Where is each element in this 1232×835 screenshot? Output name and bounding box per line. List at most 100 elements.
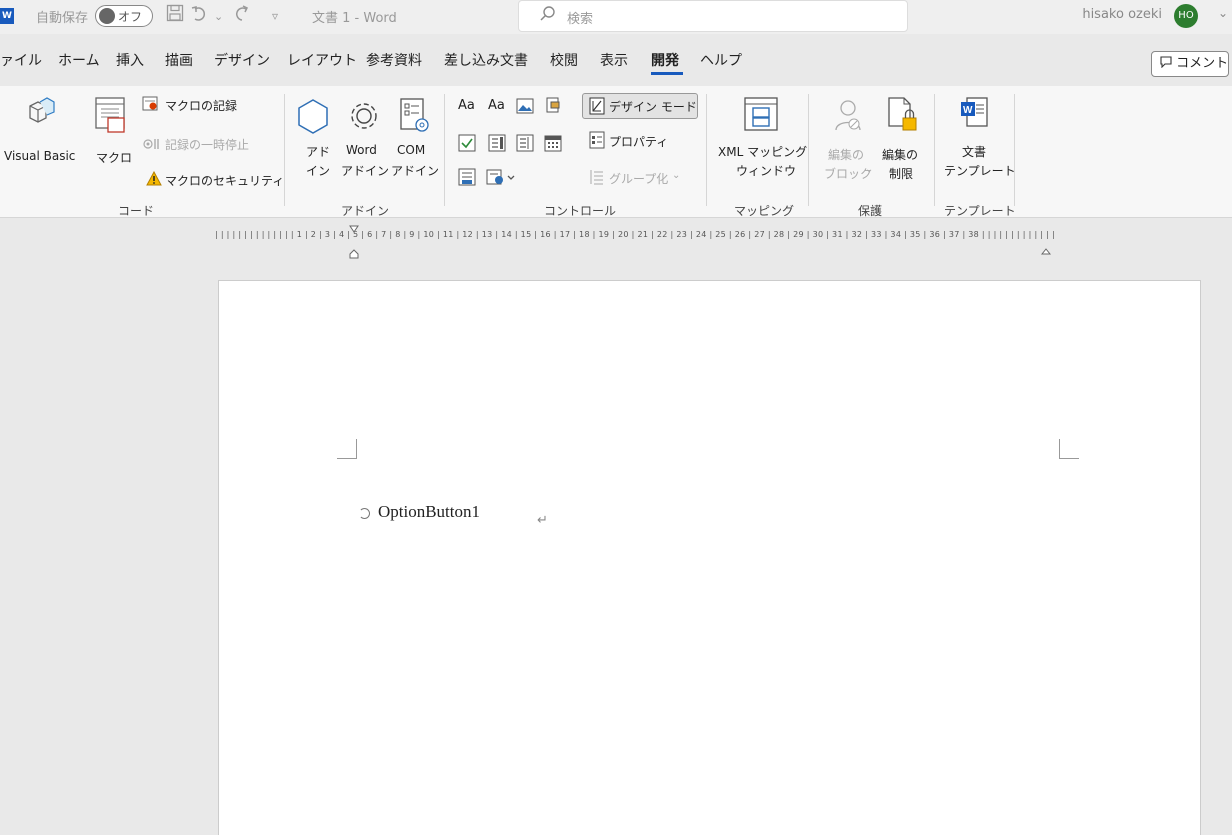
macro-button[interactable]: マクロ xyxy=(96,149,132,166)
document-template-icon[interactable]: W xyxy=(959,96,991,136)
chevron-down-icon[interactable]: ⌄ xyxy=(1218,6,1228,20)
word-addin-label-line1[interactable]: Word xyxy=(346,143,377,157)
design-mode-label: デザイン モード xyxy=(609,100,697,114)
tab-file[interactable]: ァイル xyxy=(0,50,42,70)
group-label-protect: 保護 xyxy=(858,204,883,218)
gear-icon[interactable] xyxy=(347,98,381,138)
addin-label-line1[interactable]: アド xyxy=(306,143,330,160)
tab-view[interactable]: 表示 xyxy=(600,50,628,70)
visual-basic-button[interactable]: Visual Basic xyxy=(4,149,75,163)
dropdown-list-control-icon[interactable] xyxy=(516,134,534,156)
tab-design[interactable]: デザイン xyxy=(214,50,270,70)
legacy-tools-icon[interactable] xyxy=(486,168,516,190)
tab-draw[interactable]: 描画 xyxy=(165,50,193,70)
group-icon xyxy=(589,168,605,190)
design-mode-icon xyxy=(589,97,605,119)
addin-label-line2[interactable]: イン xyxy=(306,162,330,179)
plain-text-control-icon[interactable]: Aa xyxy=(488,98,505,113)
chevron-down-icon: ⌄ xyxy=(672,170,681,181)
restrict-editing-label-line2[interactable]: 制限 xyxy=(889,165,913,182)
save-icon[interactable] xyxy=(166,4,184,27)
tab-review[interactable]: 校閲 xyxy=(550,50,578,70)
pause-recording-icon xyxy=(142,136,162,155)
right-indent-marker[interactable] xyxy=(1040,243,1052,255)
tab-developer[interactable]: 開発 xyxy=(651,50,679,70)
option-button-label: OptionButton1 xyxy=(378,502,481,521)
xml-mapping-label-line1[interactable]: XML マッピング xyxy=(718,143,807,160)
properties-button[interactable]: プロパティ xyxy=(609,133,668,150)
combo-box-control-icon[interactable] xyxy=(488,134,506,156)
repeating-section-control-icon[interactable] xyxy=(458,168,476,190)
redo-icon[interactable] xyxy=(232,4,252,29)
com-addin-label-line2[interactable]: アドイン xyxy=(391,162,439,179)
record-macro-icon[interactable] xyxy=(142,96,160,116)
tab-layout[interactable]: レイアウト xyxy=(287,50,357,70)
block-authors-icon xyxy=(834,98,864,138)
group-label-code: コード xyxy=(118,204,155,218)
undo-chevron-icon[interactable]: ⌄ xyxy=(214,10,223,23)
tab-references[interactable]: 参考資料 xyxy=(366,50,422,70)
warning-icon[interactable] xyxy=(146,170,162,190)
design-mode-button[interactable]: デザイン モード xyxy=(582,93,698,119)
autosave-toggle[interactable]: オフ xyxy=(95,5,153,27)
search-placeholder: 検索 xyxy=(567,12,594,27)
group-label-templates: テンプレート xyxy=(944,204,1016,218)
search-box[interactable]: 検索 xyxy=(518,0,908,32)
properties-icon[interactable] xyxy=(589,131,605,153)
left-indent-marker[interactable] xyxy=(349,244,359,259)
document-page[interactable]: OptionButton1 ↵ xyxy=(218,280,1201,835)
tab-home[interactable]: ホーム xyxy=(58,50,100,70)
group-divider xyxy=(1014,94,1015,206)
group-divider xyxy=(934,94,935,206)
visual-basic-icon[interactable] xyxy=(24,96,60,134)
group-button: グループ化 xyxy=(609,172,669,186)
restrict-editing-icon[interactable] xyxy=(886,96,918,138)
tab-help[interactable]: ヘルプ xyxy=(700,50,742,70)
date-picker-control-icon[interactable] xyxy=(544,134,562,156)
checkbox-control-icon[interactable] xyxy=(458,134,476,156)
undo-icon[interactable] xyxy=(190,4,210,29)
avatar[interactable]: HO xyxy=(1174,4,1198,28)
comment-icon xyxy=(1160,56,1176,71)
block-authors-label-line1: 編集の xyxy=(828,148,865,162)
macro-icon[interactable] xyxy=(94,96,130,138)
document-template-label-line2[interactable]: テンプレート xyxy=(944,162,1016,179)
user-name[interactable]: hisako ozeki xyxy=(1082,7,1162,22)
building-block-control-icon[interactable] xyxy=(544,96,562,118)
title-bar: W 自動保存 オフ ⌄ ▿ 文書 1 - Word 検索 hisako ozek… xyxy=(0,0,1232,34)
horizontal-ruler[interactable]: | | | | | | | | | | | | | | 1 | 2 | 3 | … xyxy=(215,230,1200,246)
group-divider xyxy=(808,94,809,206)
rich-text-control-icon[interactable]: Aa xyxy=(458,98,475,113)
group-divider xyxy=(706,94,707,206)
xml-mapping-label-line2[interactable]: ウィンドウ xyxy=(736,162,796,179)
addin-hexagon-icon[interactable] xyxy=(296,98,330,140)
com-addin-icon[interactable] xyxy=(398,96,432,140)
word-logo-icon: W xyxy=(0,8,14,24)
chevron-down-icon: ⌄ xyxy=(865,164,874,175)
svg-text:W: W xyxy=(963,105,973,116)
tab-mailings[interactable]: 差し込み文書 xyxy=(444,50,528,70)
group-divider xyxy=(444,94,445,206)
customize-qat-icon[interactable]: ▿ xyxy=(272,9,278,23)
ribbon-tabs: ァイル ホーム 挿入 描画 デザイン レイアウト 参考資料 差し込み文書 校閲 … xyxy=(0,44,1232,78)
tab-insert[interactable]: 挿入 xyxy=(116,50,144,70)
restrict-editing-label-line1[interactable]: 編集の xyxy=(882,146,918,163)
group-label-addins: アドイン xyxy=(341,204,390,218)
xml-mapping-icon[interactable] xyxy=(743,96,779,136)
toggle-knob xyxy=(99,8,115,24)
document-template-label-line1[interactable]: 文書 xyxy=(962,143,986,160)
group-label-controls: コントロール xyxy=(544,204,617,218)
active-tab-indicator xyxy=(651,72,683,75)
macro-security-button[interactable]: マクロのセキュリティ xyxy=(165,172,284,189)
ruler-ticks: | | | | | | | | | | | | | | 1 | 2 | 3 | … xyxy=(215,230,1055,239)
word-addin-label-line2[interactable]: アドイン xyxy=(341,162,389,179)
picture-control-icon[interactable] xyxy=(516,98,534,118)
record-macro-button[interactable]: マクロの記録 xyxy=(165,97,237,114)
margin-corner-mark xyxy=(337,439,357,459)
com-addin-label-line1[interactable]: COM xyxy=(397,143,425,157)
comment-button[interactable]: コメント xyxy=(1151,51,1229,77)
search-icon xyxy=(539,5,557,28)
paragraph-mark-icon: ↵ xyxy=(537,513,548,528)
margin-corner-mark xyxy=(1059,439,1079,459)
first-line-indent-marker[interactable] xyxy=(349,218,359,233)
